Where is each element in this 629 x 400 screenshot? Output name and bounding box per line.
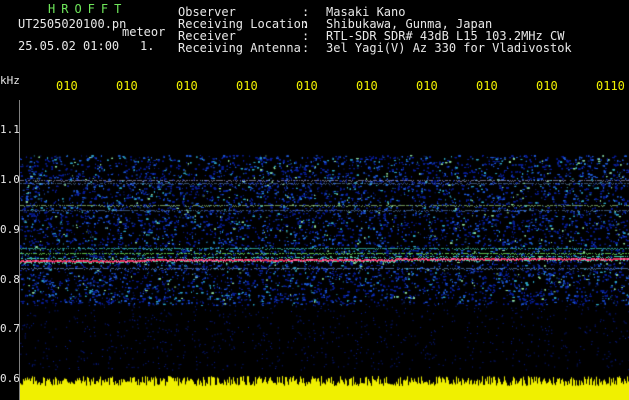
mode-label: meteor bbox=[122, 25, 166, 39]
x-tick: 010 bbox=[176, 79, 198, 93]
antenna-label: Receiving Antenna bbox=[178, 41, 301, 55]
y-tick-0-9: 0.9 bbox=[0, 223, 20, 236]
x-tick: 010 bbox=[356, 79, 378, 93]
unit-label: kHz bbox=[0, 74, 20, 87]
x-tick: 010 bbox=[56, 79, 78, 93]
amplitude-trace bbox=[20, 370, 629, 400]
app-title: HROFFT bbox=[48, 2, 128, 16]
y-tick-1-0: 1.0 bbox=[0, 173, 20, 186]
antenna-sep: : bbox=[302, 41, 310, 55]
x-tick: 010 bbox=[476, 79, 498, 93]
antenna-value: 3el Yagi(V) Az 330 for Vladivostok bbox=[326, 41, 572, 55]
x-tick: 0110 bbox=[596, 79, 625, 93]
x-tick: 010 bbox=[236, 79, 258, 93]
x-tick: 010 bbox=[416, 79, 438, 93]
x-tick: 010 bbox=[536, 79, 558, 93]
x-tick: 010 bbox=[116, 79, 138, 93]
date-time: 25.05.02 01:00 bbox=[18, 39, 120, 53]
file-name: UT2505020100.pn bbox=[18, 17, 127, 31]
x-tick: 010 bbox=[296, 79, 318, 93]
spectrogram bbox=[20, 100, 629, 400]
y-tick-0-6: 0.6 bbox=[0, 372, 20, 385]
y-tick-1-1: 1.1 bbox=[0, 123, 20, 136]
y-tick-0-7: 0.7 bbox=[0, 322, 20, 335]
y-tick-0-8: 0.8 bbox=[0, 273, 20, 286]
count-label: 1. bbox=[140, 39, 155, 53]
